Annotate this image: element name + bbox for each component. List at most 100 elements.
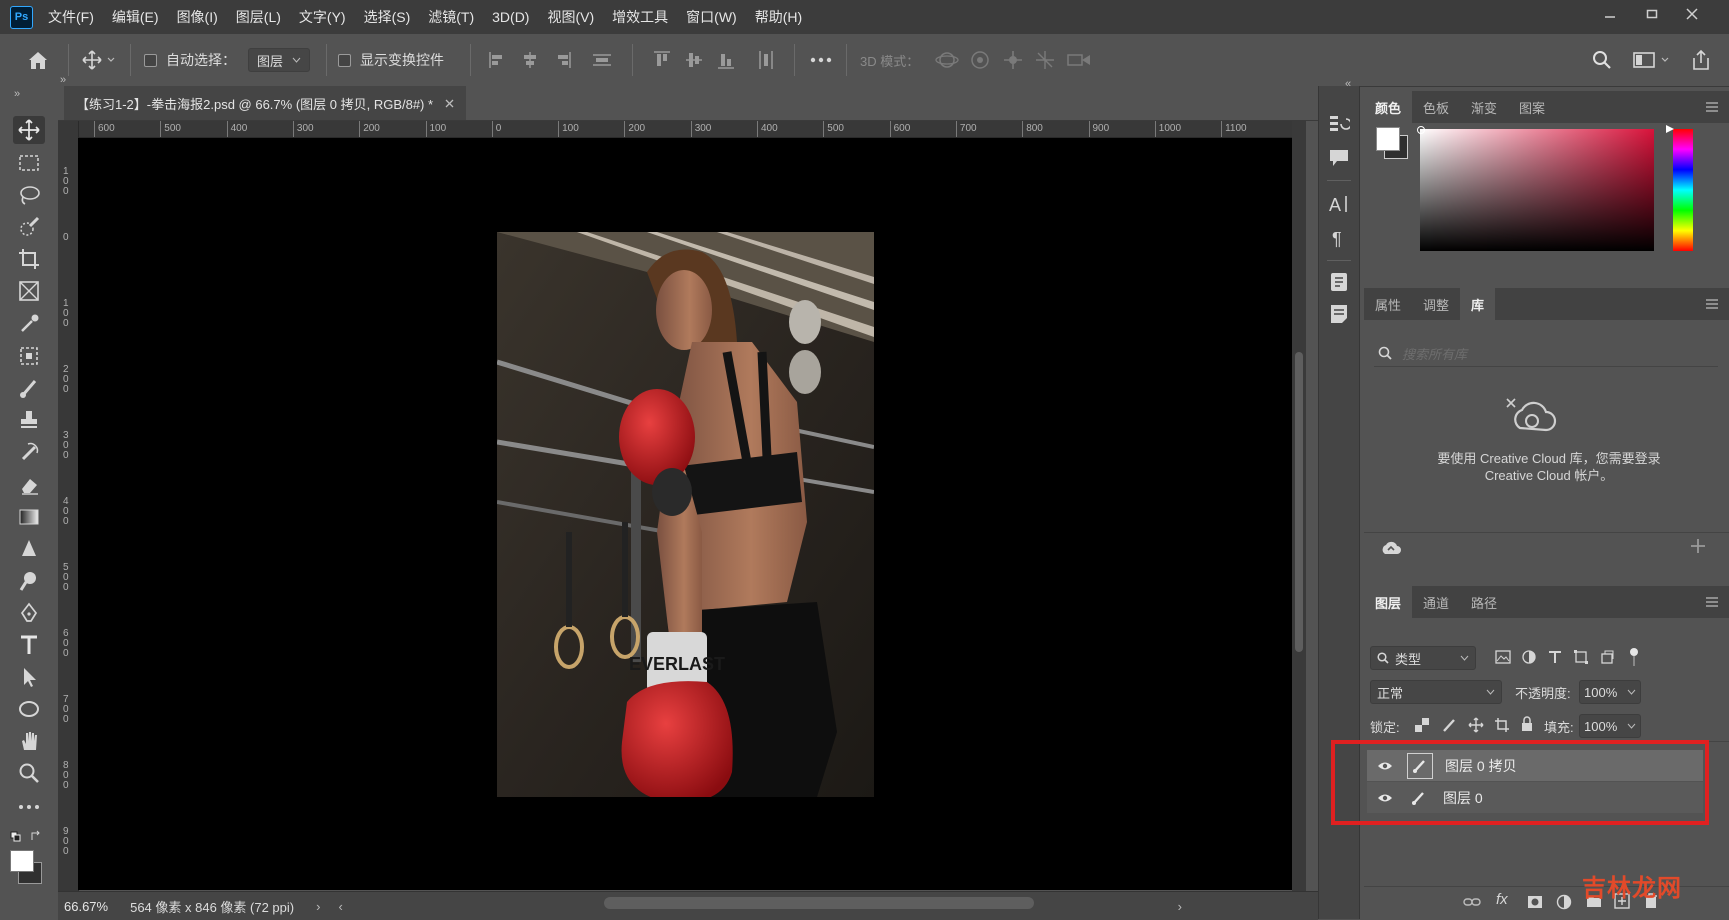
panel-menu-icon[interactable] — [1705, 91, 1729, 123]
lock-all-icon[interactable] — [1521, 716, 1533, 732]
eyedropper-icon[interactable] — [13, 310, 45, 338]
home-icon[interactable] — [26, 34, 50, 86]
swap-colors-icon[interactable] — [30, 830, 42, 842]
filter-smart-object-icon[interactable] — [1600, 650, 1614, 664]
path-selection-icon[interactable] — [13, 663, 45, 691]
menu-type[interactable]: 文字(Y) — [299, 7, 346, 27]
color-picker-cursor[interactable] — [1417, 126, 1425, 134]
move-tool-icon[interactable] — [13, 116, 45, 144]
align-hcenter-icon[interactable] — [521, 34, 539, 86]
panel-menu-icon[interactable] — [1705, 586, 1729, 618]
auto-select-checkbox[interactable] — [144, 53, 157, 67]
type-tool-icon[interactable] — [13, 631, 45, 659]
tab-swatches[interactable]: 色板 — [1412, 91, 1460, 123]
vertical-scroll-thumb[interactable] — [1295, 352, 1303, 652]
show-transform-checkbox[interactable] — [338, 53, 351, 67]
cloud-sync-icon[interactable] — [1380, 540, 1402, 556]
menu-3d[interactable]: 3D(D) — [492, 9, 529, 25]
horizontal-scroll-thumb[interactable] — [604, 897, 1034, 909]
edit-toolbar-icon[interactable] — [13, 793, 45, 821]
foreground-color-swatch[interactable] — [10, 850, 34, 872]
distribute-vertical-icon[interactable] — [592, 34, 612, 86]
layer-filter-dropdown[interactable]: 类型 — [1370, 646, 1476, 670]
pan-3d-icon[interactable] — [1002, 34, 1024, 86]
history-brush-icon[interactable] — [13, 438, 45, 466]
quick-selection-icon[interactable] — [13, 213, 45, 241]
add-mask-icon[interactable] — [1527, 895, 1543, 909]
blend-mode-dropdown[interactable]: 正常 — [1370, 680, 1502, 704]
lock-transparent-icon[interactable] — [1415, 718, 1429, 732]
layer-style-icon[interactable]: fx — [1496, 891, 1508, 908]
share-icon[interactable] — [1690, 34, 1712, 86]
align-right-icon[interactable] — [554, 34, 572, 86]
lock-artboard-icon[interactable] — [1495, 718, 1509, 732]
tab-libraries[interactable]: 库 — [1460, 288, 1496, 320]
close-tab-icon[interactable] — [445, 99, 454, 108]
document-canvas[interactable]: EVERLAST — [78, 138, 1292, 890]
roll-3d-icon[interactable] — [969, 34, 991, 86]
tab-channels[interactable]: 通道 — [1412, 586, 1460, 618]
spot-healing-icon[interactable] — [13, 342, 45, 370]
scroll-left-icon[interactable]: ‹ — [338, 899, 342, 914]
close-button[interactable] — [1672, 0, 1712, 28]
fg-color-chip[interactable] — [1376, 127, 1400, 151]
zoom-level[interactable]: 66.67% — [64, 899, 108, 914]
ellipse-tool-icon[interactable] — [13, 695, 45, 723]
default-colors-icon[interactable] — [10, 831, 22, 843]
more-options-icon[interactable] — [810, 34, 832, 86]
frame-tool-icon[interactable] — [13, 277, 45, 305]
lasso-icon[interactable] — [13, 181, 45, 209]
comments-panel-icon[interactable] — [1327, 146, 1351, 170]
tab-gradients[interactable]: 渐变 — [1460, 91, 1508, 123]
menu-plugins[interactable]: 增效工具 — [612, 7, 668, 27]
menu-help[interactable]: 帮助(H) — [755, 7, 802, 27]
notes-panel-icon[interactable] — [1327, 302, 1351, 326]
restore-button[interactable] — [1632, 0, 1672, 28]
blur-icon[interactable] — [13, 535, 45, 563]
expand-panels-icon[interactable]: « — [1345, 78, 1351, 90]
document-tab[interactable]: 【练习1-2】-拳击海报2.psd @ 66.7% (图层 0 拷贝, RGB/… — [64, 86, 467, 120]
align-left-icon[interactable] — [488, 34, 506, 86]
info-menu-icon[interactable]: › — [316, 899, 320, 914]
tab-layers[interactable]: 图层 — [1364, 586, 1413, 618]
gradient-icon[interactable] — [13, 503, 45, 531]
link-layers-icon[interactable] — [1463, 896, 1481, 908]
filter-type-icon[interactable] — [1548, 650, 1562, 664]
filter-pixel-icon[interactable] — [1495, 650, 1511, 664]
minimize-button[interactable] — [1590, 0, 1630, 28]
hue-slider[interactable] — [1673, 129, 1693, 251]
menu-image[interactable]: 图像(I) — [177, 7, 218, 27]
menu-select[interactable]: 选择(S) — [364, 7, 411, 27]
history-panel-icon[interactable] — [1327, 112, 1351, 136]
filter-toggle-icon[interactable] — [1629, 646, 1639, 668]
add-library-icon[interactable] — [1690, 538, 1706, 554]
move-tool-preset-icon[interactable] — [82, 34, 118, 86]
filter-adjustment-icon[interactable] — [1522, 650, 1536, 664]
auto-select-dropdown[interactable]: 图层 — [248, 48, 310, 72]
menu-edit[interactable]: 编辑(E) — [112, 7, 159, 27]
opacity-field[interactable]: 100% — [1579, 680, 1641, 704]
hand-tool-icon[interactable] — [13, 727, 45, 755]
color-field[interactable] — [1420, 129, 1654, 251]
menu-filter[interactable]: 滤镜(T) — [428, 7, 474, 27]
menu-view[interactable]: 视图(V) — [547, 7, 594, 27]
tab-adjustments[interactable]: 调整 — [1412, 288, 1460, 320]
new-adjustment-icon[interactable] — [1556, 894, 1572, 910]
distribute-horizontal-icon[interactable] — [756, 34, 776, 86]
collapse-toolbar-icon[interactable]: » — [14, 88, 20, 100]
fill-field[interactable]: 100% — [1579, 714, 1641, 738]
eraser-icon[interactable] — [13, 471, 45, 499]
clone-stamp-icon[interactable] — [13, 406, 45, 434]
align-vcenter-icon[interactable] — [684, 34, 704, 86]
align-top-icon[interactable] — [652, 34, 672, 86]
menu-window[interactable]: 窗口(W) — [686, 7, 737, 27]
character-panel-icon[interactable]: A — [1327, 192, 1351, 216]
menu-layer[interactable]: 图层(L) — [236, 7, 281, 27]
workspace-icon[interactable] — [1632, 34, 1672, 86]
panel-menu-icon[interactable] — [1705, 288, 1729, 320]
tab-patterns[interactable]: 图案 — [1508, 91, 1556, 123]
pen-icon[interactable] — [13, 599, 45, 627]
filter-shape-icon[interactable] — [1574, 650, 1588, 664]
search-icon[interactable] — [1592, 34, 1612, 86]
menu-file[interactable]: 文件(F) — [48, 7, 94, 27]
